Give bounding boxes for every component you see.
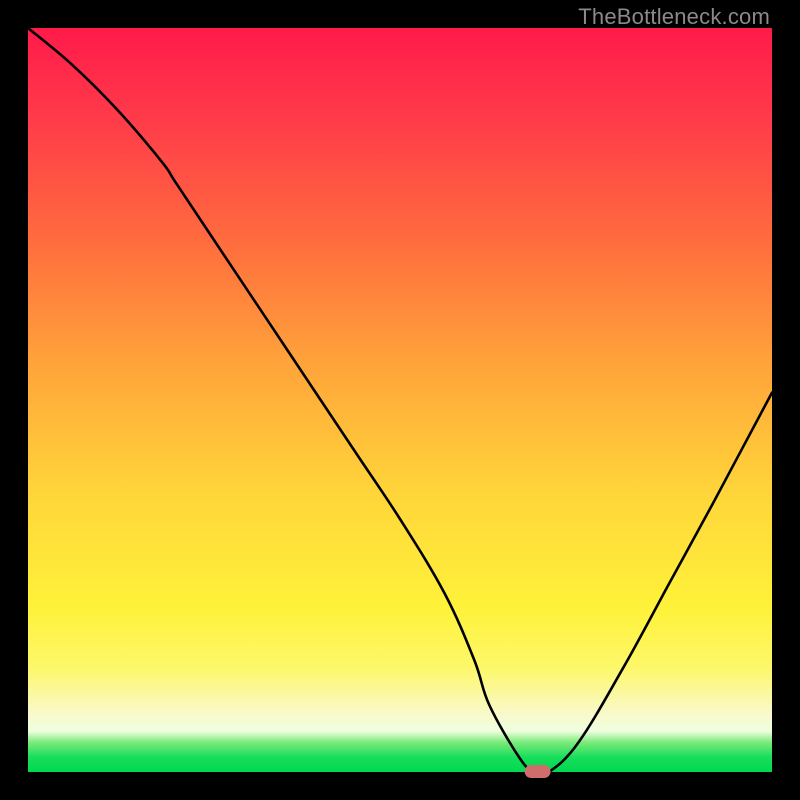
optimal-point-marker [525,765,551,778]
chart-frame: TheBottleneck.com [0,0,800,800]
watermark-text: TheBottleneck.com [578,4,770,30]
plot-area [28,28,772,772]
bottleneck-curve-svg [28,28,772,772]
bottleneck-curve [28,28,772,775]
